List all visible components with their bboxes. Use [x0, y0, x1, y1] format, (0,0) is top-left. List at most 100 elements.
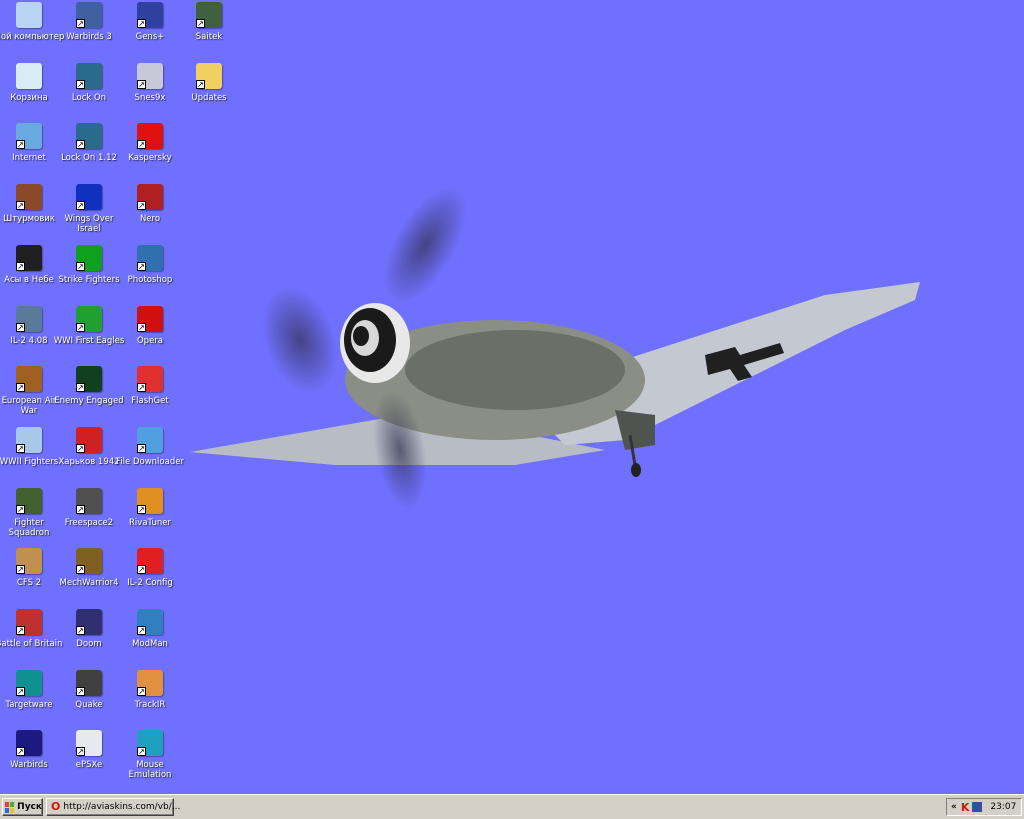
shortcut-arrow-icon: ↗: [137, 626, 146, 635]
desktop-icon[interactable]: ↗ Updates: [172, 61, 246, 119]
modman-icon: ↗: [137, 609, 163, 635]
shortcut-arrow-icon: ↗: [76, 565, 85, 575]
shortcut-arrow-icon: ↗: [76, 201, 85, 211]
shortcut-arrow-icon: ↗: [137, 322, 146, 332]
il2-config-icon: ↗: [137, 548, 163, 575]
opera-icon: ↗: [137, 305, 163, 332]
shortcut-arrow-icon: ↗: [16, 504, 25, 514]
taskbar-item-opera[interactable]: O http://aviaskins.com/vb/...: [46, 798, 180, 816]
my-computer-icon: [16, 2, 42, 28]
start-label: Пуск: [17, 802, 42, 812]
aces-in-sky-icon: ↗: [16, 244, 42, 271]
desktop-icon-label: Updates: [191, 92, 227, 103]
warbirds-icon: ↗: [16, 730, 42, 757]
desktop-icon-label: IL-2 Config: [127, 578, 173, 589]
shortcut-arrow-icon: ↗: [76, 626, 85, 635]
desktop-icon[interactable]: ↗ Kaspersky: [113, 121, 187, 179]
shortcut-arrow-icon: ↗: [76, 140, 85, 150]
desktop-icon[interactable]: ↗ Nero: [113, 182, 187, 240]
shortcut-arrow-icon: ↗: [16, 747, 25, 757]
desktop-icon[interactable]: ↗ FlashGet: [113, 364, 187, 422]
desktop-icon[interactable]: ↗ Saitek: [172, 0, 246, 58]
shortcut-arrow-icon: ↗: [137, 19, 146, 28]
european-air-war-icon: ↗: [16, 366, 42, 393]
wallpaper-airplane: [190, 186, 920, 510]
shortcut-arrow-icon: ↗: [16, 443, 25, 453]
recycle-bin-icon: [16, 62, 42, 89]
desktop-icon-label: ModMan: [132, 639, 168, 649]
wwii-fighters-icon: ↗: [16, 426, 42, 453]
network-tray-icon[interactable]: [972, 802, 983, 812]
desktop-icon[interactable]: ↗ TrackIR: [113, 668, 187, 726]
shortcut-arrow-icon: ↗: [16, 383, 25, 393]
tray-expand-button[interactable]: «: [951, 802, 957, 812]
shortcut-arrow-icon: ↗: [16, 322, 25, 332]
shortcut-arrow-icon: ↗: [76, 322, 85, 332]
shortcut-arrow-icon: ↗: [76, 443, 85, 453]
shortcut-arrow-icon: ↗: [137, 565, 146, 575]
doom-icon: ↗: [76, 609, 102, 635]
warbirds3-icon: ↗: [76, 2, 102, 28]
system-tray: « K 23:07: [946, 798, 1022, 816]
shortcut-arrow-icon: ↗: [16, 201, 25, 211]
enemy-engaged-icon: ↗: [76, 366, 102, 393]
flashget-icon: ↗: [137, 366, 163, 393]
photoshop-icon: ↗: [137, 244, 163, 271]
shortcut-arrow-icon: ↗: [196, 19, 205, 28]
desktop-icon-label: Mouse Emulation: [128, 760, 172, 781]
desktop-icon-label: Opera: [136, 335, 164, 346]
shortcut-arrow-icon: ↗: [76, 261, 85, 271]
desktop-icon-label: Nero: [139, 214, 161, 225]
taskbar: Пуск O http://aviaskins.com/vb/... « K 2…: [0, 794, 1024, 819]
opera-icon: O: [51, 800, 61, 813]
shortcut-arrow-icon: ↗: [137, 383, 146, 393]
desktop-icon[interactable]: ↗ Mouse Emulation: [113, 728, 187, 786]
strike-fighters-icon: ↗: [76, 244, 102, 271]
lock-on-icon: ↗: [76, 123, 102, 150]
trackir-icon: ↗: [137, 669, 163, 696]
cfs2-icon: ↗: [16, 548, 42, 575]
shortcut-arrow-icon: ↗: [16, 626, 25, 635]
crosshair-icon: ↗: [137, 730, 163, 757]
shortcut-arrow-icon: ↗: [76, 747, 85, 757]
shortcut-arrow-icon: ↗: [137, 686, 146, 696]
file-downloader-icon: ↗: [137, 426, 163, 453]
shortcut-arrow-icon: ↗: [16, 686, 25, 696]
mechwarrior4-icon: ↗: [76, 548, 102, 575]
desktop-icon-label: Saitek: [195, 32, 223, 42]
freespace2-icon: ↗: [76, 487, 102, 514]
desktop-icon[interactable]: ↗ File Downloader: [113, 425, 187, 483]
saitek-joystick-icon: ↗: [196, 2, 222, 28]
gamepad-icon: ↗: [76, 730, 102, 757]
shortcut-arrow-icon: ↗: [76, 686, 85, 696]
folder-icon: ↗: [196, 62, 222, 89]
desktop-icon-label: File Downloader: [116, 456, 184, 467]
shortcut-arrow-icon: ↗: [137, 443, 146, 453]
fighter-squadron-icon: ↗: [16, 487, 42, 514]
gens-icon: ↗: [137, 2, 163, 28]
desktop-icon[interactable]: ↗ Photoshop: [113, 243, 187, 301]
shortcut-arrow-icon: ↗: [16, 261, 25, 271]
nero-icon: ↗: [137, 184, 163, 211]
snes-controller-icon: ↗: [137, 62, 163, 89]
shortcut-arrow-icon: ↗: [137, 140, 146, 150]
network-icon: ↗: [16, 123, 42, 150]
shortcut-arrow-icon: ↗: [137, 504, 146, 514]
il2-plane-icon: ↗: [16, 305, 42, 332]
windows-logo-icon: [5, 801, 15, 813]
task-label: http://aviaskins.com/vb/...: [63, 802, 181, 812]
clock[interactable]: 23:07: [990, 802, 1016, 812]
shortcut-arrow-icon: ↗: [76, 504, 85, 514]
shortcut-arrow-icon: ↗: [76, 79, 85, 89]
desktop-icon-label: Photoshop: [127, 274, 173, 285]
desktop-icon[interactable]: ↗ RivaTuner: [113, 486, 187, 544]
desktop-icon[interactable]: ↗ IL-2 Config: [113, 546, 187, 604]
start-button[interactable]: Пуск: [2, 798, 43, 816]
desktop-icon-label: Kaspersky: [128, 153, 172, 164]
desktop: Мой компьютер Корзина ↗ Internet ↗ Штурмовик ↗…: [0, 0, 1024, 794]
kaspersky-tray-icon[interactable]: K: [961, 801, 970, 814]
desktop-icon[interactable]: ↗ Opera: [113, 304, 187, 362]
shortcut-arrow-icon: ↗: [76, 383, 85, 393]
shortcut-arrow-icon: ↗: [76, 19, 85, 28]
desktop-icon[interactable]: ↗ ModMan: [113, 607, 187, 665]
